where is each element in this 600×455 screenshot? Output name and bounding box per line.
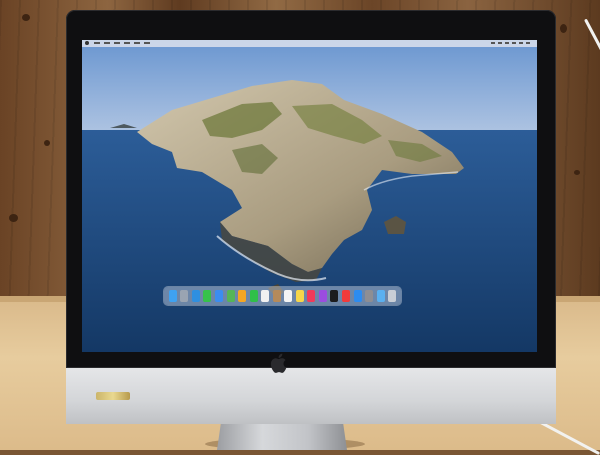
status-icons[interactable] [491, 42, 531, 44]
downloads-folder-icon[interactable] [376, 290, 385, 302]
display-chin [66, 368, 556, 424]
photos-icon[interactable] [238, 290, 247, 302]
safari-icon[interactable] [191, 290, 200, 302]
apple-icon[interactable] [85, 41, 89, 45]
maps-icon[interactable] [226, 290, 235, 302]
badge-sticker [96, 392, 130, 400]
calendar-icon[interactable] [261, 290, 270, 302]
display-bezel [66, 10, 556, 368]
reminders-icon[interactable] [284, 290, 293, 302]
wall-knot [44, 140, 50, 146]
contacts-icon[interactable] [272, 290, 281, 302]
launchpad-icon[interactable] [180, 290, 189, 302]
menu-bar[interactable] [82, 40, 537, 47]
app-store-icon[interactable] [353, 290, 362, 302]
wall-knot [22, 14, 30, 21]
wall-knot [574, 170, 580, 175]
apple-logo-icon [270, 353, 287, 373]
music-icon[interactable] [307, 290, 316, 302]
notes-icon[interactable] [295, 290, 304, 302]
podcasts-icon[interactable] [318, 290, 327, 302]
wall-knot [560, 24, 567, 33]
island-ocean-wallpaper [82, 40, 537, 352]
imac [66, 10, 556, 424]
finder-icon[interactable] [168, 290, 177, 302]
messages-icon[interactable] [203, 290, 212, 302]
display-screen[interactable] [82, 40, 537, 352]
wall-knot [9, 214, 18, 222]
facetime-icon[interactable] [249, 290, 258, 302]
mail-icon[interactable] [214, 290, 223, 302]
tv-icon[interactable] [330, 290, 339, 302]
news-icon[interactable] [341, 290, 350, 302]
dock [164, 287, 401, 305]
system-preferences-icon[interactable] [365, 290, 374, 302]
menu-items[interactable] [94, 42, 154, 44]
trash-icon[interactable] [388, 290, 397, 302]
